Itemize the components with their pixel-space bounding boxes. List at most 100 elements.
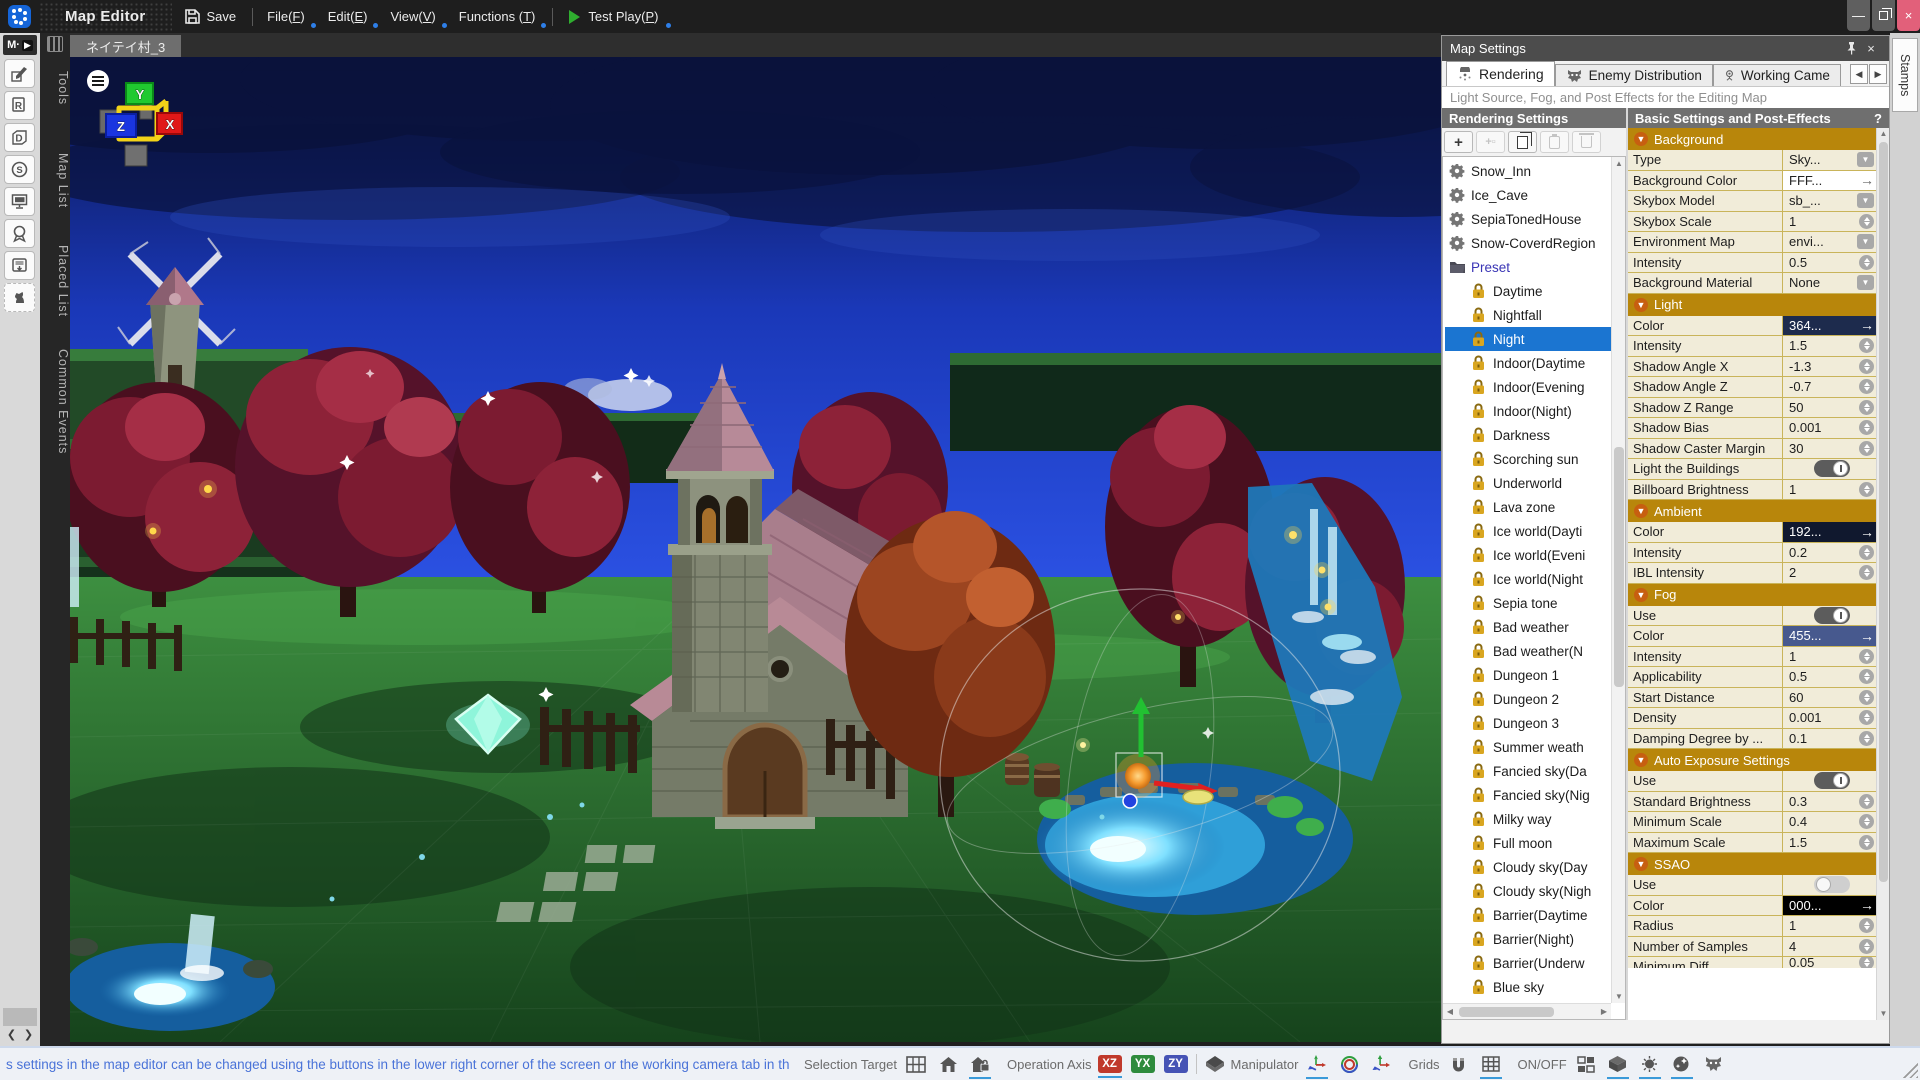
rendering-setting-item[interactable]: Dungeon 2	[1445, 687, 1611, 711]
test-play-button[interactable]: Test Play(P)	[557, 0, 670, 33]
map-document-tab[interactable]: ネイテイ村_3	[70, 35, 182, 57]
tab-scroll-right[interactable]: ▶	[1869, 64, 1887, 84]
map-settings-titlebar[interactable]: Map Settings ×	[1442, 36, 1889, 61]
rendering-setting-item[interactable]: Full moon	[1445, 831, 1611, 855]
scroll-down-icon[interactable]: ▼	[1877, 1008, 1889, 1020]
property-value-cell[interactable]: 455... ▼ →	[1783, 626, 1876, 646]
stepper-icon[interactable]	[1859, 938, 1874, 954]
dropdown-icon[interactable]: ▼	[1857, 193, 1874, 209]
rendering-setting-item[interactable]: SepiaTonedHouse	[1445, 207, 1611, 231]
sidebar-tab-placed-list[interactable]: Placed List	[40, 233, 70, 329]
color-picker-arrow-icon[interactable]: →	[1860, 628, 1874, 644]
rendering-setting-item[interactable]: Daytime	[1445, 279, 1611, 303]
property-value-cell[interactable]: 000... ▼ →	[1783, 895, 1876, 915]
rendering-setting-item[interactable]: Summer weath	[1445, 735, 1611, 759]
stepper-icon[interactable]	[1859, 254, 1874, 270]
stepper-icon[interactable]	[1859, 213, 1874, 229]
stepper-icon[interactable]	[1859, 420, 1874, 436]
toggle-switch[interactable]	[1814, 876, 1850, 894]
restore-button[interactable]	[1872, 0, 1895, 31]
list-horizontal-scrollbar[interactable]: ◀ ▶	[1443, 1003, 1611, 1019]
rendering-setting-item[interactable]: Scorching sun	[1445, 447, 1611, 471]
stepper-icon[interactable]	[1859, 481, 1874, 497]
dropdown-icon[interactable]: ▼	[1857, 234, 1874, 250]
stepper-icon[interactable]	[1859, 565, 1874, 581]
scroll-right-icon[interactable]: ▶	[1597, 1004, 1611, 1019]
gizmo-z-handle[interactable]	[1122, 793, 1138, 809]
close-panel-button[interactable]: ×	[1861, 40, 1881, 58]
axis-plane-button[interactable]: YX	[1130, 1055, 1155, 1073]
menu-item[interactable]: View(V)	[380, 0, 445, 33]
properties-scrollbar[interactable]: ▲ ▼	[1876, 128, 1889, 1020]
dropdown-icon[interactable]: ▼	[1857, 152, 1874, 168]
section-header[interactable]: ▼ Background	[1628, 128, 1876, 150]
tile-layer-toggle-button[interactable]	[1573, 1052, 1599, 1076]
scroll-up-icon[interactable]: ▲	[1877, 128, 1889, 140]
property-value-cell[interactable]: ▼ →	[1783, 606, 1876, 626]
property-value-cell[interactable]: 2 ▼ →	[1783, 563, 1876, 583]
property-value-cell[interactable]: 0.001 ▼ →	[1783, 418, 1876, 438]
delete-button[interactable]	[1572, 131, 1601, 153]
rendering-setting-item[interactable]: Ice world(Dayti	[1445, 519, 1611, 543]
property-value-cell[interactable]: 0.001 ▼ →	[1783, 708, 1876, 728]
rendering-setting-item[interactable]: Sepia tone	[1445, 591, 1611, 615]
stepper-icon[interactable]	[1859, 379, 1874, 395]
stepper-icon[interactable]	[1859, 338, 1874, 354]
scale-tool-button[interactable]	[1368, 1052, 1394, 1076]
property-value-cell[interactable]: 0.1 ▼ →	[1783, 729, 1876, 749]
snap-magnet-button[interactable]	[1446, 1052, 1472, 1076]
menu-item[interactable]: Functions (T)	[449, 0, 546, 33]
property-value-cell[interactable]: Sky... ▼ →	[1783, 150, 1876, 170]
property-value-cell[interactable]: FFF... ▼ →	[1783, 170, 1876, 190]
rendering-setting-item[interactable]: Ice world(Eveni	[1445, 543, 1611, 567]
stepper-icon[interactable]	[1859, 689, 1874, 705]
script-tool-button[interactable]: S	[4, 155, 35, 184]
property-value-cell[interactable]: 1 ▼ →	[1783, 916, 1876, 936]
inspect-tool-button[interactable]	[4, 219, 35, 248]
property-value-cell[interactable]: 0.4 ▼ →	[1783, 812, 1876, 832]
stepper-icon[interactable]	[1859, 918, 1874, 934]
rendering-setting-item[interactable]: Fancied sky(Nig	[1445, 783, 1611, 807]
export-tool-button[interactable]	[4, 251, 35, 280]
rendering-setting-item[interactable]: Milky way	[1445, 807, 1611, 831]
property-value-cell[interactable]: 1 ▼ →	[1783, 212, 1876, 232]
property-value-cell[interactable]: 0.3 ▼ →	[1783, 792, 1876, 812]
resource-tool-button[interactable]: R	[4, 91, 35, 120]
paste-button[interactable]	[1540, 131, 1569, 153]
rendering-setting-item[interactable]: Darkness	[1445, 423, 1611, 447]
duplicate-button[interactable]	[1508, 131, 1537, 153]
scroll-up-icon[interactable]: ▲	[1612, 157, 1625, 170]
save-button[interactable]: Save	[172, 0, 249, 33]
select-buildings-button[interactable]	[935, 1052, 961, 1076]
property-value-cell[interactable]: 4 ▼ →	[1783, 937, 1876, 957]
rendering-setting-item[interactable]: Snow-CoverdRegion	[1445, 231, 1611, 255]
page-left-icon[interactable]: ❮	[7, 1028, 16, 1041]
property-value-cell[interactable]: sb_... ▼ →	[1783, 191, 1876, 211]
property-value-cell[interactable]: 0.5 ▼ →	[1783, 253, 1876, 273]
effects-toggle-button[interactable]	[1669, 1052, 1695, 1079]
add-setting-button[interactable]: +	[1444, 131, 1473, 153]
rendering-setting-item[interactable]: Indoor(Night)	[1445, 399, 1611, 423]
stepper-icon[interactable]	[1859, 358, 1874, 374]
section-header[interactable]: ▼ Fog	[1628, 583, 1876, 606]
help-button[interactable]: ?	[1874, 111, 1882, 126]
list-vertical-scrollbar[interactable]: ▲ ▼	[1611, 157, 1625, 1003]
lighting-toggle-button[interactable]	[1637, 1052, 1663, 1079]
menu-item[interactable]: Edit(E)	[318, 0, 378, 33]
rendering-setting-item[interactable]: Dungeon 1	[1445, 663, 1611, 687]
stepper-icon[interactable]	[1859, 440, 1874, 456]
rendering-setting-item[interactable]: Indoor(Evening	[1445, 375, 1611, 399]
sidebar-tab-map-list[interactable]: Map List	[40, 141, 70, 221]
section-header[interactable]: ▼ SSAO	[1628, 853, 1876, 875]
minimize-button[interactable]: —	[1847, 0, 1870, 31]
property-value-cell[interactable]: -1.3 ▼ →	[1783, 357, 1876, 377]
close-button[interactable]: ×	[1897, 0, 1920, 31]
menu-item[interactable]: File(F)	[257, 0, 315, 33]
rendering-setting-item[interactable]: Barrier(Underw	[1445, 951, 1611, 975]
stepper-icon[interactable]	[1859, 669, 1874, 685]
rendering-setting-item[interactable]: Underworld	[1445, 471, 1611, 495]
section-header[interactable]: ▼ Ambient	[1628, 500, 1876, 522]
skybox-toggle-button[interactable]	[1605, 1052, 1631, 1079]
stepper-icon[interactable]	[1859, 399, 1874, 415]
color-picker-arrow-icon[interactable]: →	[1860, 317, 1874, 333]
